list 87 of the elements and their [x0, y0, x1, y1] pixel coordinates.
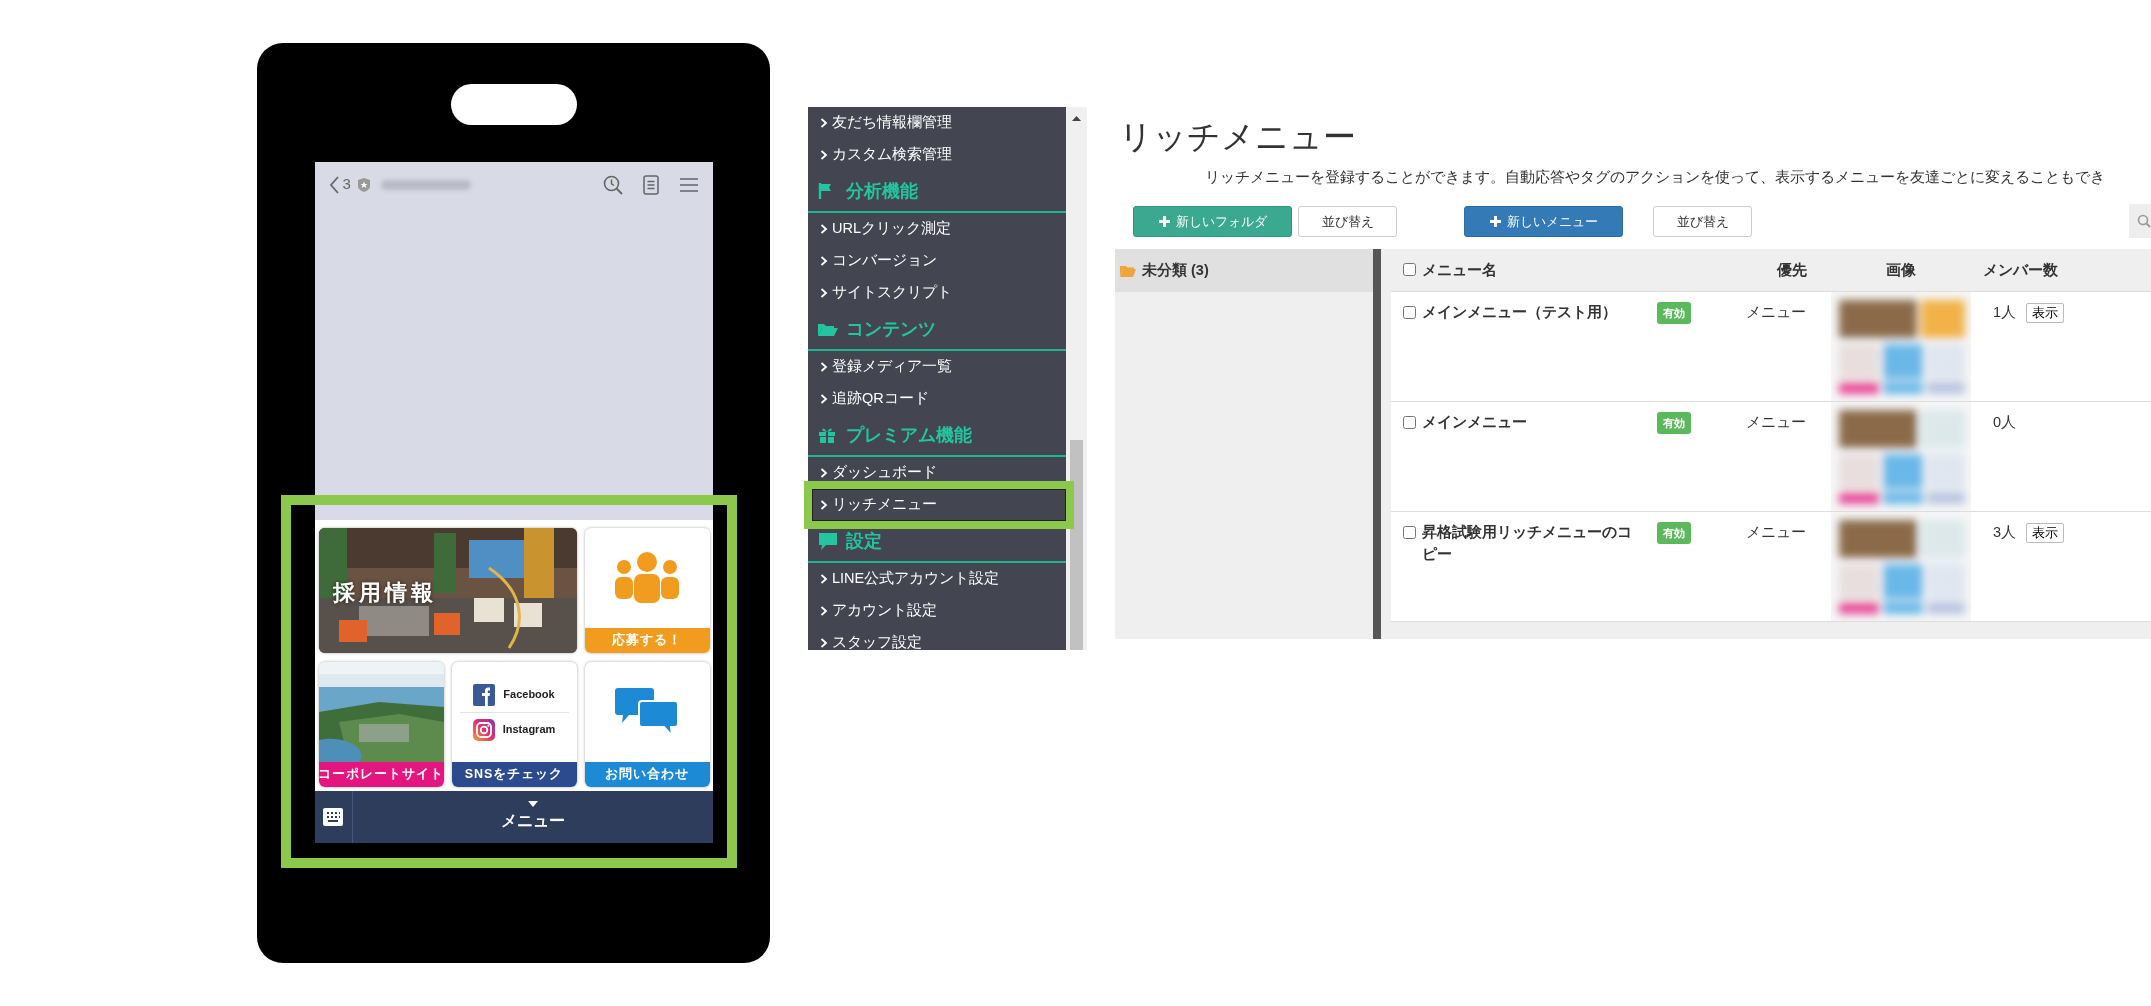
rich-menu-tile[interactable]: お問い合わせ [584, 662, 710, 787]
section-title: プレミアム機能 [846, 423, 972, 447]
row-checkbox[interactable] [1403, 415, 1416, 429]
chevron-icon [820, 468, 828, 478]
gift-icon [818, 426, 838, 444]
history-search-icon[interactable] [602, 174, 623, 195]
caret-icon [527, 801, 538, 807]
menu-icon[interactable] [678, 176, 699, 193]
menu-name[interactable]: メインメニュー [1422, 411, 1527, 434]
rich-menu-tile[interactable]: Facebook Instagram SNSをチェック [451, 662, 577, 787]
column-header: 優先 [1777, 262, 1807, 279]
rich-menu-tile[interactable]: 採用情報 [318, 528, 577, 653]
member-count: 0人 [1993, 413, 2017, 430]
scrollbar-thumb[interactable] [1070, 440, 1083, 650]
priority-value: メニュー [1746, 523, 1806, 540]
sidebar-link[interactable]: アカウント設定 [832, 600, 937, 622]
tile-label: SNSをチェック [451, 762, 577, 787]
chevron-icon [820, 638, 828, 648]
priority-value: メニュー [1746, 413, 1806, 430]
chevron-icon [820, 500, 828, 510]
tile-label: 応募する！ [584, 628, 710, 653]
row-checkbox[interactable] [1403, 305, 1416, 319]
sidebar-link[interactable]: 登録メディア一覧 [832, 356, 952, 378]
status-badge: 有効 [1657, 411, 1691, 435]
sort-button[interactable]: 並び替え [1653, 205, 1752, 237]
sidebar-link[interactable]: スタッフ設定 [832, 632, 922, 654]
tile-label: お問い合わせ [584, 762, 710, 787]
plus-icon [1489, 215, 1501, 227]
priority-value: メニュー [1746, 303, 1806, 320]
chevron-icon [820, 394, 828, 404]
section-title: 分析機能 [846, 179, 918, 203]
facebook-icon [473, 683, 496, 706]
search-icon [2137, 214, 2151, 229]
select-all-checkbox[interactable] [1403, 263, 1416, 277]
menu-toggle[interactable]: メニュー [500, 809, 565, 833]
folder-item[interactable]: 未分類 (3) [1115, 249, 1373, 293]
page-description: リッチメニューを登録することができます。自動応答やタグのアクションを使って、表示するメニューを友達ごとに変えることもでき [1204, 167, 2106, 187]
sort-button[interactable]: 並び替え [1298, 205, 1397, 237]
section-title: 設定 [846, 529, 882, 553]
status-badge: 有効 [1657, 301, 1691, 325]
sidebar-link[interactable]: リッチメニュー [832, 494, 937, 516]
sidebar-link[interactable]: 友だち情報欄管理 [832, 112, 952, 134]
menu-name[interactable]: メインメニュー（テスト用） [1422, 301, 1617, 324]
sns-link[interactable]: Facebook [503, 686, 555, 703]
back-button[interactable]: 3 [328, 173, 351, 196]
chevron-icon [820, 606, 828, 616]
chevron-icon [820, 288, 828, 298]
rich-menu-tile[interactable]: コーポレートサイト [318, 662, 444, 787]
column-header: 画像 [1886, 262, 1916, 279]
status-badge: 有効 [1657, 521, 1691, 545]
row-checkbox[interactable] [1403, 525, 1416, 539]
sidebar-link[interactable]: URLクリック測定 [832, 218, 951, 240]
member-count: 3人 [1993, 523, 2017, 540]
sidebar-link[interactable]: カスタム検索管理 [832, 144, 952, 166]
member-count: 1人 [1993, 303, 2017, 320]
sidebar-link[interactable]: コンバージョン [832, 250, 937, 272]
sns-link[interactable]: Instagram [502, 721, 556, 738]
sidebar-link[interactable]: ダッシュボード [832, 462, 937, 484]
sidebar-link[interactable]: 追跡QRコード [832, 388, 929, 410]
keyboard-icon[interactable] [323, 808, 343, 826]
show-button[interactable]: 表示 [2026, 302, 2065, 324]
page-title: リッチメニュー [1118, 117, 1357, 157]
banner-title: 採用情報 [332, 579, 437, 607]
tile-label: コーポレートサイト [318, 762, 444, 787]
shield-icon [356, 176, 371, 193]
chevron-icon [820, 150, 828, 160]
add-button[interactable]: 新しいメニュー [1464, 205, 1623, 237]
chevron-icon [820, 362, 828, 372]
section-title: コンテンツ [846, 317, 936, 341]
instagram-icon [472, 718, 495, 741]
column-header: メンバー数 [1983, 262, 2058, 279]
sidebar-link[interactable]: LINE公式アカウント設定 [832, 568, 1000, 590]
column-header: メニュー名 [1422, 262, 1497, 279]
chevron-icon [820, 224, 828, 234]
back-chevron-icon [328, 175, 339, 194]
plus-icon [1158, 215, 1170, 227]
chevron-icon [820, 256, 828, 266]
chevron-icon [820, 574, 828, 584]
show-button[interactable]: 表示 [2026, 522, 2065, 544]
note-icon[interactable] [642, 174, 659, 195]
people-icon [614, 552, 680, 604]
scroll-up-arrow-icon[interactable] [1072, 116, 1081, 121]
scrollbar[interactable] [1066, 107, 1087, 650]
sidebar-link[interactable]: サイトスクリプト [832, 282, 952, 304]
chevron-icon [820, 118, 828, 128]
folder-icon [1120, 264, 1136, 278]
speech-bubble-icon [818, 532, 838, 550]
